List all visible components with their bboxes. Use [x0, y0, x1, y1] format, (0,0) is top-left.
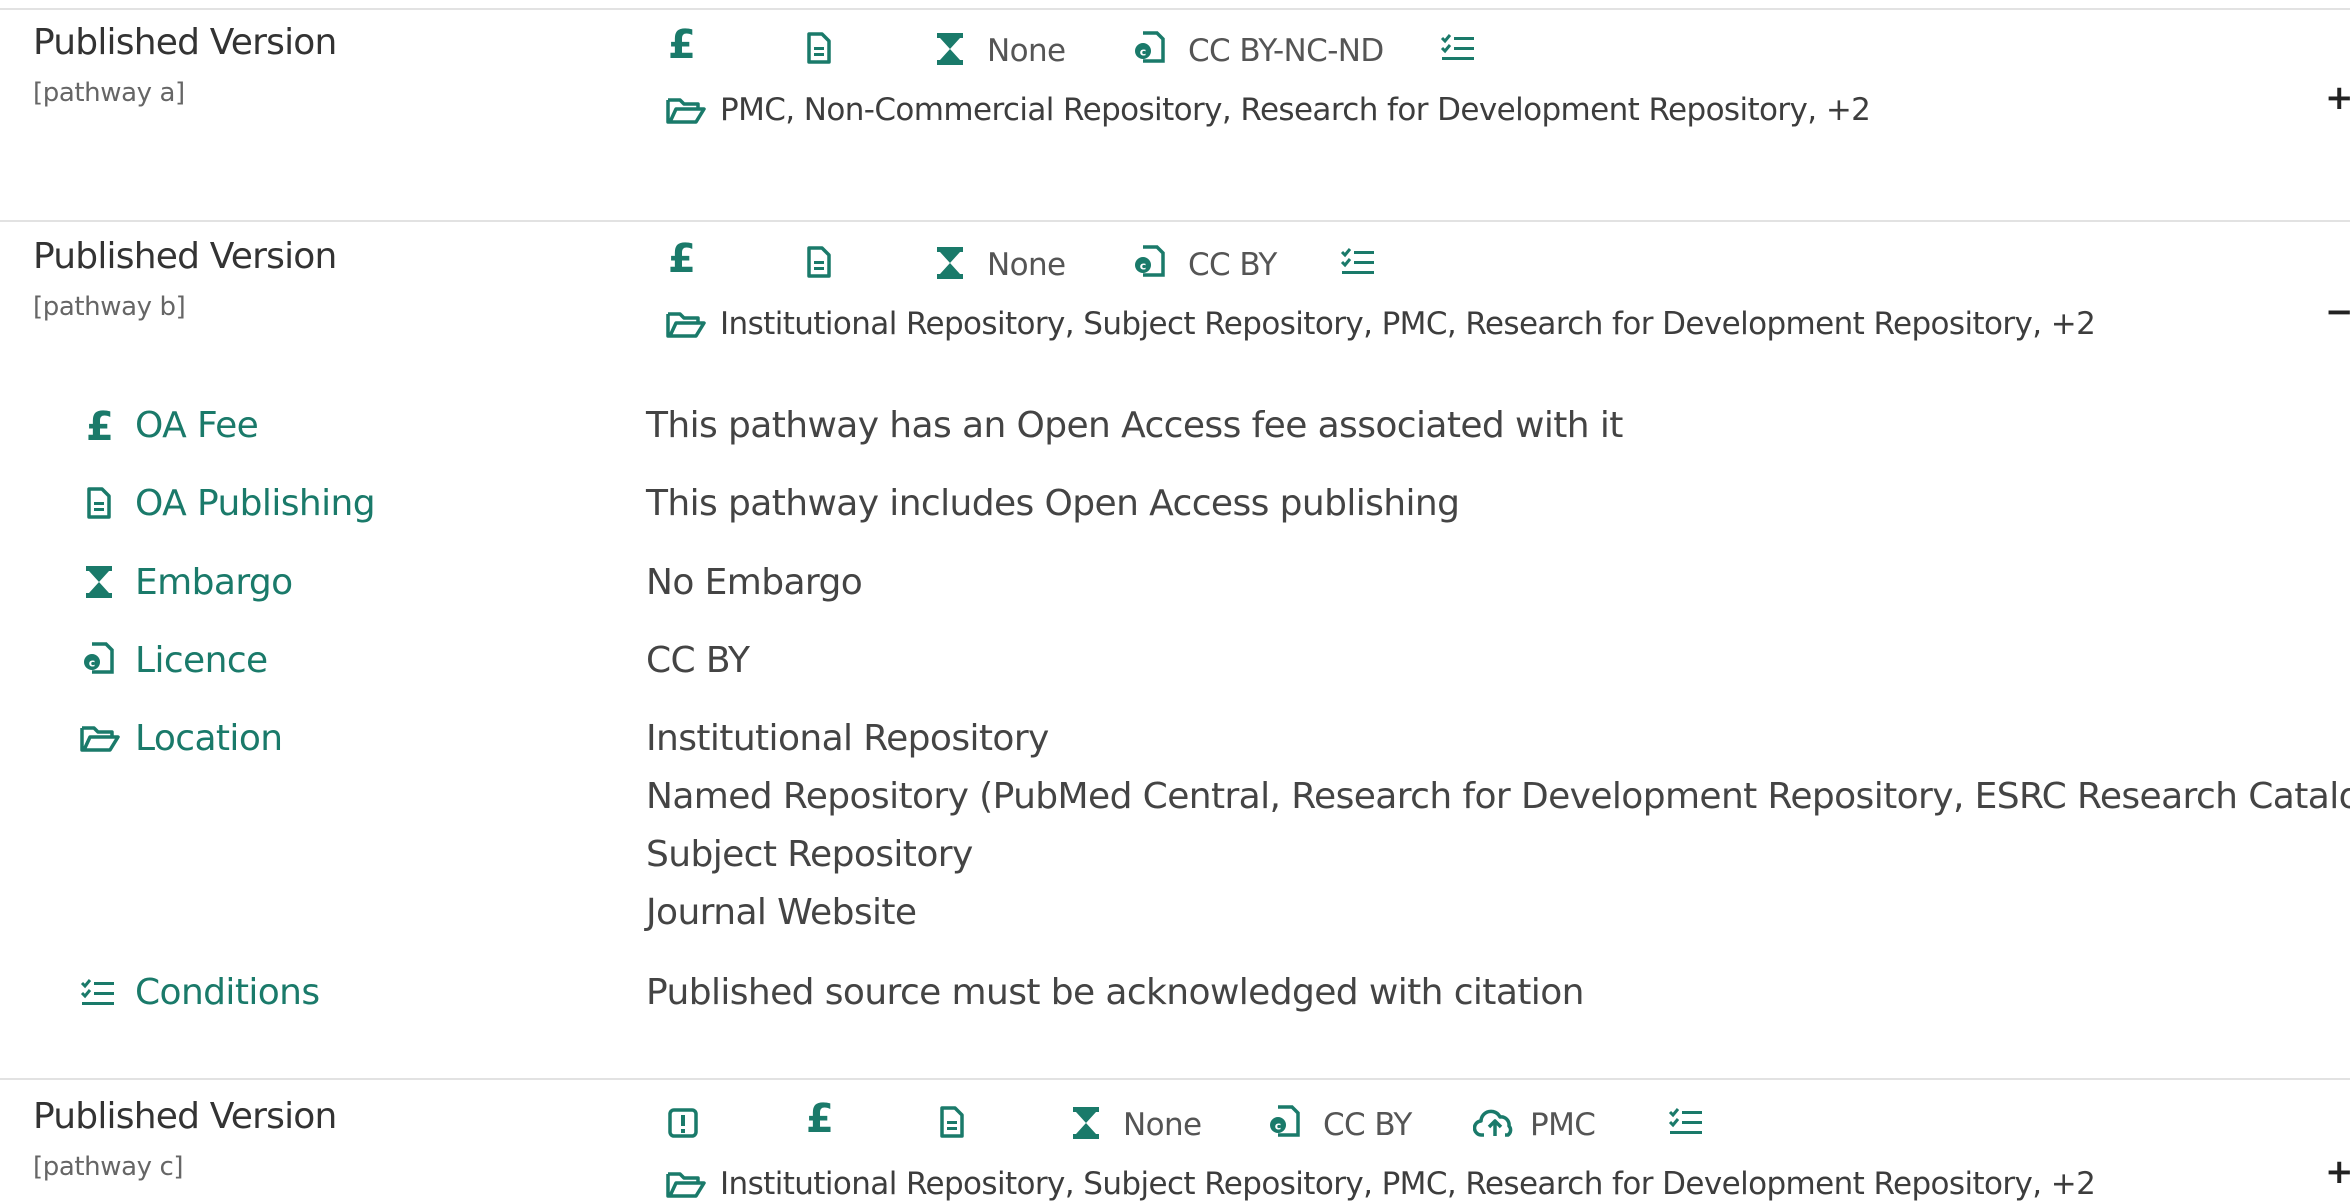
detail-label-licence: Licence [135, 640, 268, 681]
licence-icon: c [1133, 245, 1165, 279]
collapse-toggle[interactable]: − [2325, 292, 2350, 332]
detail-label-oa-fee: OA Fee [135, 405, 259, 446]
embargo-value: None [987, 33, 1066, 69]
folder-open-icon [666, 96, 706, 126]
alert-icon [668, 1108, 698, 1138]
cloud-upload-icon [1473, 1108, 1517, 1138]
pathway-title: Published Version [33, 22, 337, 63]
pound-icon: £ [668, 236, 696, 282]
detail-label-location: Location [135, 718, 283, 759]
document-icon [939, 1106, 965, 1138]
licence-value: CC BY [1323, 1107, 1412, 1143]
divider [0, 1078, 2350, 1080]
licence-value: CC BY-NC-ND [1188, 33, 1384, 69]
svg-text:c: c [1140, 46, 1147, 59]
svg-text:c: c [89, 657, 96, 670]
embargo-value: None [987, 247, 1066, 283]
embargo-value: None [1123, 1107, 1202, 1143]
expand-toggle[interactable]: + [2325, 78, 2350, 118]
divider-top [0, 8, 2350, 10]
svg-text:c: c [1140, 260, 1147, 273]
checklist-icon [1440, 34, 1476, 64]
detail-value-location-item: Subject Repository [646, 834, 973, 875]
detail-label-oa-publishing: OA Publishing [135, 483, 376, 524]
checklist-icon [1668, 1108, 1704, 1138]
detail-value-location-item: Journal Website [646, 892, 917, 933]
detail-label-embargo: Embargo [135, 562, 293, 603]
hourglass-icon [937, 247, 963, 279]
licence-icon: c [1268, 1105, 1300, 1139]
folder-open-icon [666, 310, 706, 340]
detail-value-oa-publishing: This pathway includes Open Access publis… [646, 483, 1460, 524]
svg-text:c: c [1275, 1120, 1282, 1133]
document-icon [806, 246, 832, 278]
deposit-value: PMC [1530, 1107, 1596, 1143]
locations-summary: Institutional Repository, Subject Reposi… [720, 306, 2096, 342]
detail-label-conditions: Conditions [135, 972, 320, 1013]
detail-value-licence: CC BY [646, 640, 750, 681]
pathway-label: [pathway a] [33, 78, 185, 108]
locations-summary: Institutional Repository, Subject Reposi… [720, 1166, 2096, 1202]
expand-toggle[interactable]: + [2325, 1152, 2350, 1192]
hourglass-icon [86, 566, 112, 598]
detail-value-location-item: Named Repository (PubMed Central, Resear… [646, 776, 2350, 817]
detail-value-embargo: No Embargo [646, 562, 863, 603]
licence-icon: c [82, 642, 114, 676]
pound-icon: £ [86, 404, 114, 450]
checklist-icon [1340, 248, 1376, 278]
pound-icon: £ [668, 22, 696, 68]
checklist-icon [80, 979, 116, 1009]
folder-open-icon [666, 1170, 706, 1200]
divider [0, 220, 2350, 222]
pathway-title: Published Version [33, 236, 337, 277]
pathway-label: [pathway c] [33, 1152, 184, 1182]
document-icon [806, 32, 832, 64]
hourglass-icon [937, 33, 963, 65]
detail-value-oa-fee: This pathway has an Open Access fee asso… [646, 405, 1623, 446]
licence-icon: c [1133, 31, 1165, 65]
folder-open-icon [80, 724, 120, 754]
licence-value: CC BY [1188, 247, 1277, 283]
pathway-label: [pathway b] [33, 292, 186, 322]
pound-icon: £ [806, 1096, 834, 1142]
document-icon [86, 487, 112, 519]
pathway-title: Published Version [33, 1096, 337, 1137]
detail-value-conditions: Published source must be acknowledged wi… [646, 972, 1584, 1013]
detail-value-location-item: Institutional Repository [646, 718, 1049, 759]
hourglass-icon [1073, 1107, 1099, 1139]
locations-summary: PMC, Non-Commercial Repository, Research… [720, 92, 1871, 128]
